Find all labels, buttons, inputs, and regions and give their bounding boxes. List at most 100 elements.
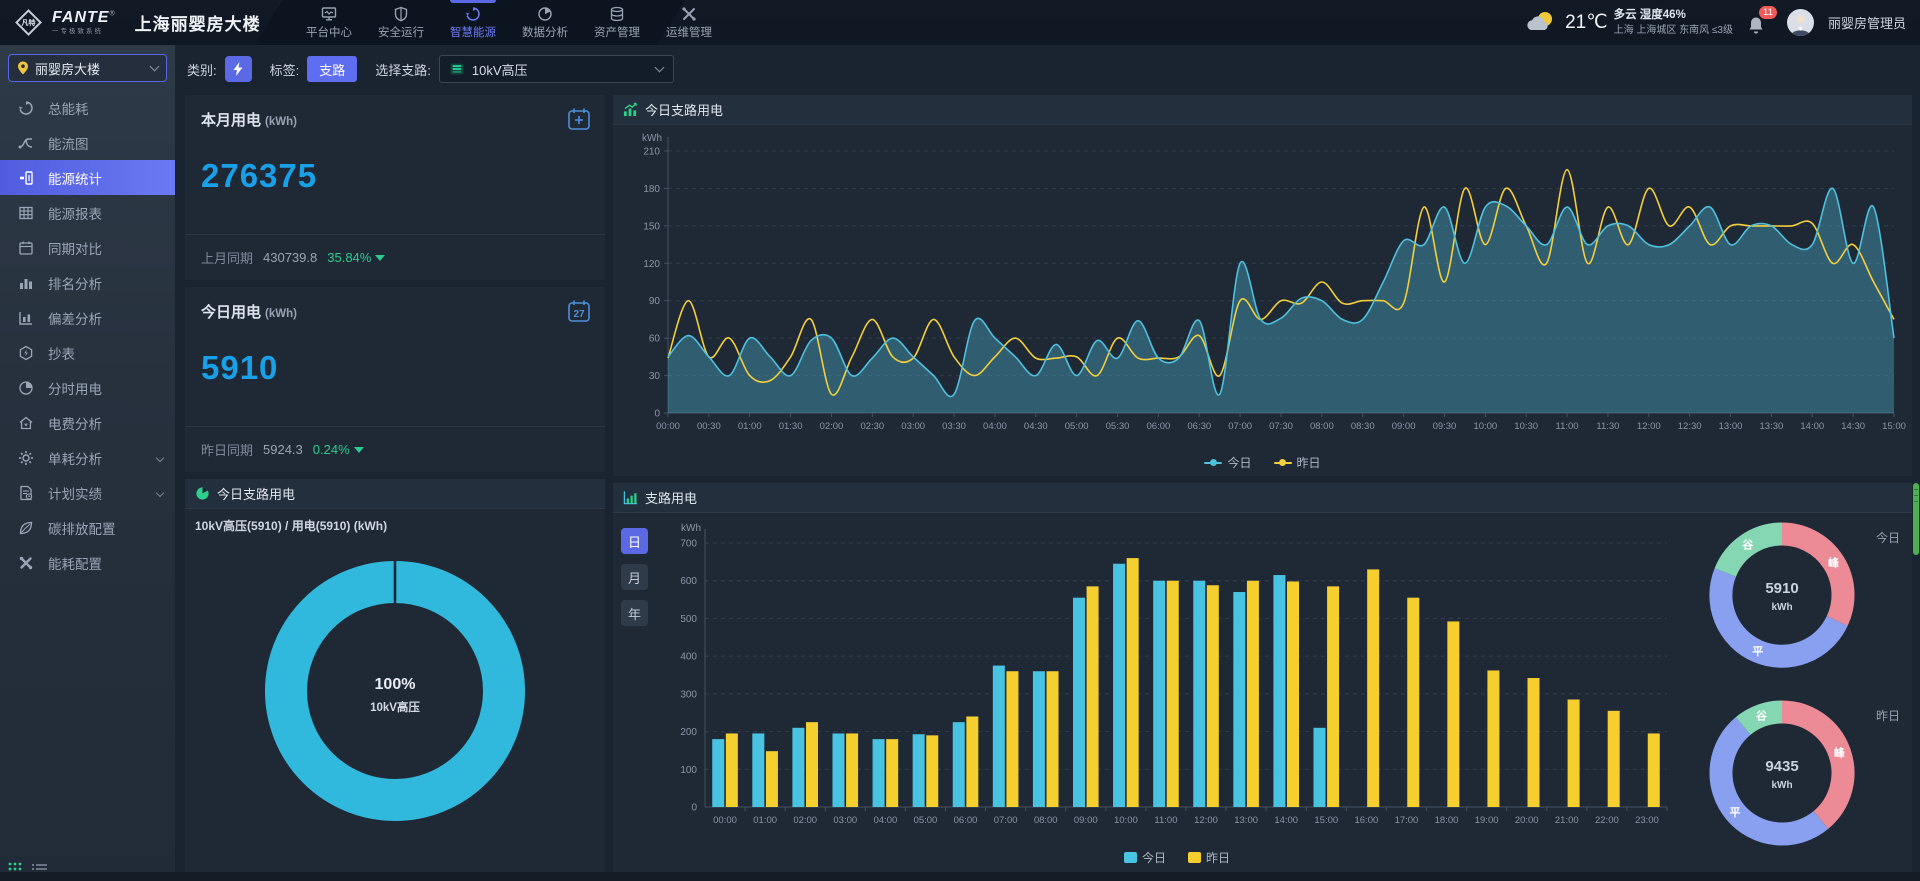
nav-safe-operation[interactable]: 安全运行	[372, 0, 430, 45]
svg-text:09:00: 09:00	[1074, 815, 1098, 826]
document-clock-icon	[18, 485, 34, 501]
tou-donuts: 峰平谷5910kWh 今日 峰平谷9435kWh 昨日	[1688, 513, 1908, 868]
svg-text:180: 180	[643, 184, 660, 195]
sidebar-item-plan-actual[interactable]: 计划实绩	[0, 475, 175, 510]
logo-diamond-icon: 凡特	[14, 8, 44, 38]
svg-text:08:00: 08:00	[1034, 815, 1058, 826]
nav-smart-energy[interactable]: 智慧能源	[444, 0, 502, 45]
nav-platform-center[interactable]: 平台中心	[300, 0, 358, 45]
svg-text:13:00: 13:00	[1719, 421, 1743, 432]
sidebar-item-energy-flow[interactable]: 能流图	[0, 125, 175, 160]
nav-ops-management[interactable]: 运维管理	[660, 0, 718, 45]
gear-icon	[18, 450, 34, 466]
month-card-title: 本月用电(kWh)	[201, 109, 297, 130]
notifications-button[interactable]: 11	[1747, 8, 1773, 38]
svg-text:11:30: 11:30	[1596, 421, 1619, 432]
username[interactable]: 丽婴房管理员	[1828, 13, 1906, 32]
avatar[interactable]	[1787, 9, 1814, 36]
sidebar-item-ranking[interactable]: 排名分析	[0, 265, 175, 300]
svg-text:15:00: 15:00	[1882, 421, 1906, 432]
legend-today[interactable]: 今日	[1204, 454, 1251, 471]
calendar-plus-icon[interactable]	[567, 107, 591, 131]
weather-location: 上海 上海城区 东南风 ≤3级	[1614, 24, 1733, 38]
month-compare-value: 430739.8	[263, 250, 317, 265]
legend-today[interactable]: 今日	[1124, 849, 1166, 866]
ranking-bars-icon	[18, 275, 34, 291]
main-content: 类别: 标签: 支路 选择支路: 10kV高压 本月用电(kWh)	[175, 45, 1920, 881]
scrollbar-thumb[interactable]	[1913, 483, 1919, 555]
sidebar-item-unit-consumption[interactable]: 单耗分析	[0, 440, 175, 475]
app-root: 凡特 FANTE® 一专极致系统 上海丽婴房大楼 平台中心 安全运行 智慧能源	[0, 0, 1920, 881]
square-marker-icon	[1124, 852, 1137, 863]
bar-chart-icon	[623, 490, 638, 505]
branch-tag-button[interactable]: 支路	[307, 56, 357, 82]
month-button[interactable]: 月	[621, 564, 648, 590]
svg-text:0: 0	[691, 803, 697, 814]
svg-text:05:30: 05:30	[1106, 421, 1130, 432]
svg-text:14:30: 14:30	[1841, 421, 1865, 432]
sidebar-item-total-energy[interactable]: 总能耗	[0, 90, 175, 125]
svg-text:03:00: 03:00	[833, 815, 857, 826]
svg-text:12:30: 12:30	[1678, 421, 1702, 432]
sidebar-item-time-of-use[interactable]: 分时用电	[0, 370, 175, 405]
svg-text:14:00: 14:00	[1800, 421, 1824, 432]
legend-yesterday[interactable]: 昨日	[1188, 849, 1230, 866]
building-select[interactable]: 丽婴房大楼	[8, 54, 167, 82]
sidebar-item-cost-analysis[interactable]: 电费分析	[0, 405, 175, 440]
table-icon	[18, 205, 34, 221]
day-button[interactable]: 日	[621, 528, 648, 554]
svg-text:06:30: 06:30	[1187, 421, 1211, 432]
sidebar-item-carbon-config[interactable]: 碳排放配置	[0, 510, 175, 545]
sidebar-item-deviation[interactable]: 偏差分析	[0, 300, 175, 335]
svg-text:120: 120	[643, 259, 660, 270]
svg-text:100: 100	[680, 765, 697, 776]
branch-donut-subtitle: 10kV高压(5910) / 用电(5910) (kWh)	[195, 517, 387, 534]
branch-select[interactable]: 10kV高压	[439, 55, 674, 83]
database-icon	[609, 6, 625, 22]
svg-text:22:00: 22:00	[1595, 815, 1619, 826]
today-card-title: 今日用电(kWh)	[201, 301, 297, 322]
bar-chart-legend: 今日 昨日	[657, 849, 1697, 866]
sidebar-item-meter-reading[interactable]: 抄表	[0, 335, 175, 370]
logo: 凡特 FANTE® 一专极致系统	[0, 8, 115, 38]
sidebar-item-period-compare[interactable]: 同期对比	[0, 230, 175, 265]
svg-text:kWh: kWh	[1771, 780, 1792, 791]
svg-text:09:00: 09:00	[1392, 421, 1416, 432]
svg-text:04:00: 04:00	[983, 421, 1007, 432]
svg-text:09:30: 09:30	[1433, 421, 1457, 432]
sidebar-item-energy-config[interactable]: 能耗配置	[0, 545, 175, 580]
svg-text:700: 700	[680, 539, 697, 550]
svg-text:12:00: 12:00	[1194, 815, 1218, 826]
svg-text:15:00: 15:00	[1314, 815, 1338, 826]
svg-text:kWh: kWh	[642, 133, 662, 144]
calendar-icon	[18, 240, 34, 256]
svg-text:04:00: 04:00	[873, 815, 897, 826]
svg-text:06:00: 06:00	[954, 815, 978, 826]
svg-text:210: 210	[643, 147, 660, 158]
svg-text:12:00: 12:00	[1637, 421, 1661, 432]
svg-text:08:00: 08:00	[1310, 421, 1334, 432]
top-navigation: 平台中心 安全运行 智慧能源 数据分析 资产管理 运维管理	[300, 0, 718, 45]
period-buttons: 日 月 年	[621, 528, 648, 626]
sidebar-item-energy-report[interactable]: 能源报表	[0, 195, 175, 230]
legend-yesterday[interactable]: 昨日	[1274, 454, 1321, 471]
tou-today-label: 今日	[1876, 529, 1900, 546]
shield-icon	[393, 6, 409, 22]
month-compare-label: 上月同期	[201, 248, 253, 267]
deviation-chart-icon	[18, 310, 34, 326]
svg-text:5910: 5910	[1765, 580, 1798, 597]
electricity-category-button[interactable]	[225, 56, 252, 82]
nav-asset-management[interactable]: 资产管理	[588, 0, 646, 45]
house-icon	[18, 415, 34, 431]
tou-yesterday-block: 峰平谷9435kWh 昨日	[1688, 691, 1908, 861]
svg-text:100%: 100%	[375, 676, 416, 693]
nav-data-analysis[interactable]: 数据分析	[516, 0, 574, 45]
recycle-icon	[18, 100, 34, 116]
calendar-27-icon[interactable]: 27	[567, 299, 591, 323]
sidebar-item-energy-statistics[interactable]: 能源统计	[0, 160, 175, 195]
svg-text:13:30: 13:30	[1760, 421, 1784, 432]
bell-icon	[1747, 16, 1765, 36]
svg-text:11:00: 11:00	[1556, 421, 1579, 432]
year-button[interactable]: 年	[621, 600, 648, 626]
branch-select-label: 选择支路:	[375, 60, 431, 79]
